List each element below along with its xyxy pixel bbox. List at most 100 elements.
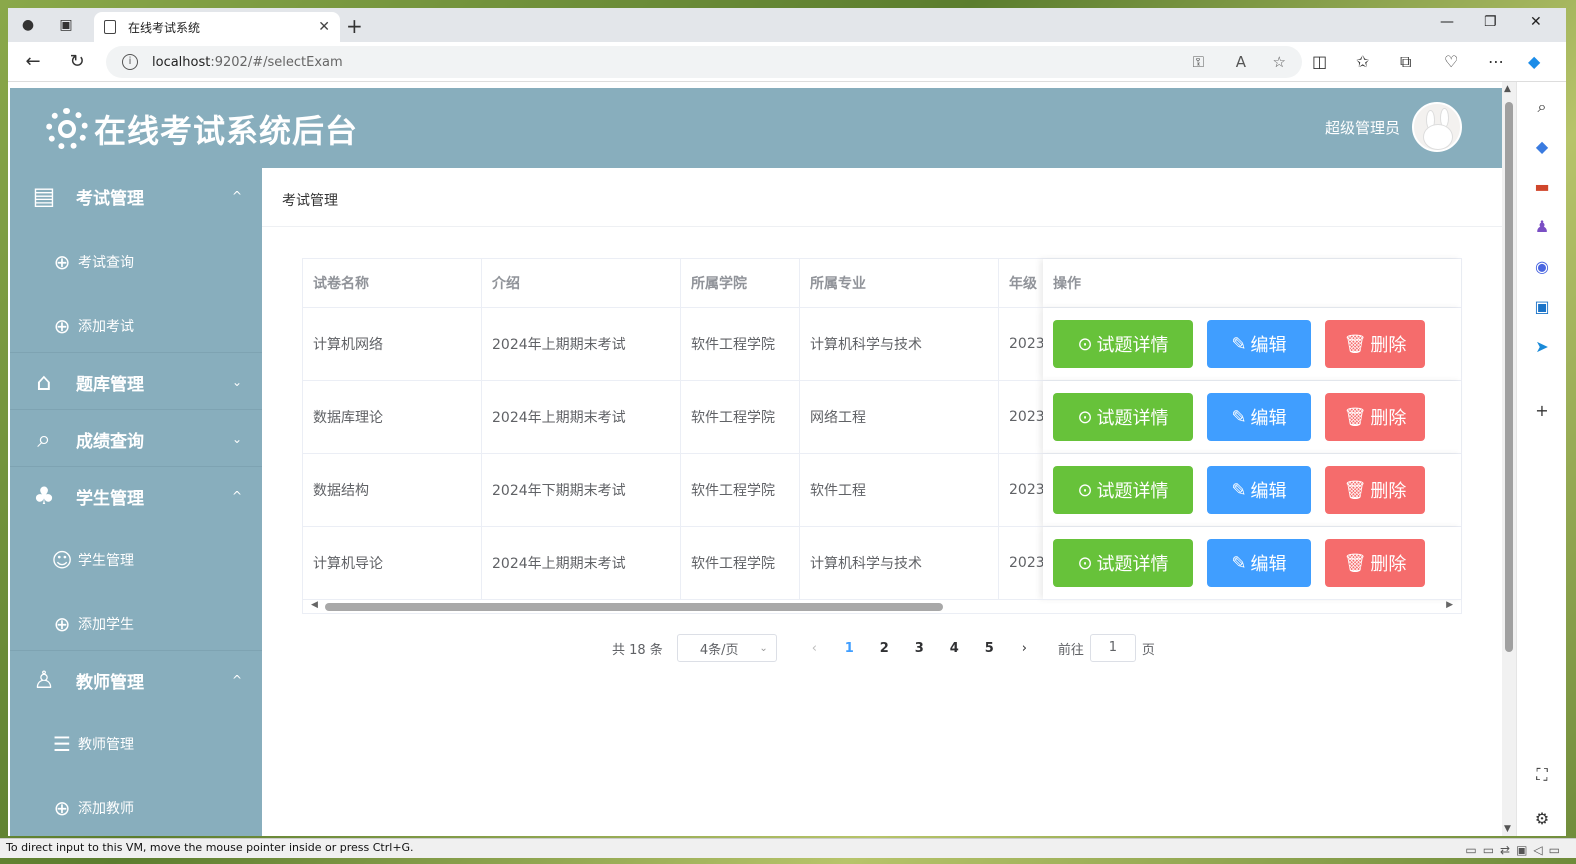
sidebar-item-teacher-management[interactable]: ♙ 教师管理 ^ [10, 652, 262, 708]
toolbox-icon[interactable]: ▬ [1531, 176, 1553, 198]
scroll-left-icon[interactable]: ◀ [311, 600, 318, 610]
url-text: localhost:9202/#/selectExam [152, 54, 343, 70]
question-detail-button[interactable]: ⊙ 试题详情 [1053, 466, 1193, 514]
profile-icon[interactable]: ● [20, 17, 36, 33]
cell-college: 软件工程学院 [681, 454, 800, 526]
avatar[interactable] [1412, 102, 1462, 152]
sidebar-item-add-teacher[interactable]: ⊕ 添加教师 [10, 776, 262, 836]
copilot-icon[interactable]: ◉ [1531, 256, 1553, 278]
table-header: 试卷名称 介绍 所属学院 所属专业 年级 操作 [303, 259, 1461, 307]
row-actions: ⊙ 试题详情 ✎ 编辑 🗑 删除 [1043, 308, 1461, 380]
page-2[interactable]: 2 [867, 641, 902, 656]
delete-button[interactable]: 🗑 删除 [1325, 393, 1425, 441]
divider [10, 466, 262, 467]
close-window-button[interactable]: ✕ [1530, 14, 1542, 30]
settings-gear-icon[interactable]: ⚙ [1531, 808, 1553, 830]
button-label: 编辑 [1250, 408, 1287, 429]
games-icon[interactable]: ♟ [1531, 216, 1553, 238]
outlook-icon[interactable]: ▣ [1531, 296, 1553, 318]
sidebar-item-teacher-list[interactable]: ☰ 教师管理 [10, 712, 262, 776]
page-4[interactable]: 4 [937, 641, 972, 656]
new-tab-button[interactable]: + [346, 14, 363, 38]
maximize-button[interactable]: ❐ [1484, 14, 1497, 30]
cell-major: 网络工程 [800, 381, 999, 453]
scroll-up-icon[interactable]: ▲ [1504, 84, 1511, 94]
button-label: 编辑 [1250, 335, 1287, 356]
collections-icon[interactable]: ⧉ [1400, 52, 1411, 72]
scroll-right-icon[interactable]: ▶ [1446, 600, 1453, 610]
question-detail-button[interactable]: ⊙ 试题详情 [1053, 539, 1193, 587]
add-circle-icon: ⊕ [53, 612, 71, 636]
table-row: 计算机导论 2024年上期期末考试 软件工程学院 计算机科学与技术 2023 ⊙… [303, 526, 1461, 599]
breadcrumb[interactable]: 考试管理 [282, 190, 338, 210]
favorites-icon[interactable]: ✩ [1356, 52, 1369, 71]
split-screen-icon[interactable]: ◫ [1312, 52, 1327, 71]
page-1[interactable]: 1 [832, 641, 867, 656]
user-menu[interactable]: 超级管理员 [1325, 102, 1462, 152]
edit-button[interactable]: ✎ 编辑 [1207, 393, 1311, 441]
minimize-button[interactable]: — [1440, 14, 1454, 30]
close-tab-icon[interactable]: ✕ [318, 19, 330, 35]
tag-icon[interactable]: ◆ [1531, 136, 1553, 158]
gear-logo-icon [46, 108, 88, 150]
add-icon[interactable]: + [1531, 400, 1553, 422]
user-name: 超级管理员 [1324, 118, 1400, 137]
send-icon[interactable]: ➤ [1531, 336, 1553, 358]
browser-window: ● ▣ 在线考试系统 ✕ + — ❐ ✕ ← ↻ i localhost:920… [8, 8, 1566, 836]
question-detail-button[interactable]: ⊙ 试题详情 [1053, 320, 1193, 368]
favorite-star-icon[interactable]: ☆ [1273, 53, 1286, 71]
pagination: 共 18 条 4条/页 ⌄ ‹ 1 2 3 4 5 › 前往 1 页 [612, 634, 1155, 662]
sidebar-item-exam-query[interactable]: ⊕ 考试查询 [10, 230, 262, 294]
vm-status-bar: To direct input to this VM, move the mou… [0, 838, 1576, 858]
sidebar-item-exam-management[interactable]: ▤ 考试管理 ^ [10, 168, 262, 224]
question-detail-button[interactable]: ⊙ 试题详情 [1053, 393, 1193, 441]
delete-button[interactable]: 🗑 删除 [1325, 466, 1425, 514]
scroll-down-icon[interactable]: ▼ [1504, 824, 1511, 834]
sidebar-item-student-management[interactable]: ♣ 学生管理 ^ [10, 468, 262, 524]
sidebar-item-student-list[interactable]: ☺ 学生管理 [10, 528, 262, 592]
edit-button[interactable]: ✎ 编辑 [1207, 320, 1311, 368]
more-menu-icon[interactable]: ⋯ [1488, 52, 1504, 71]
back-icon[interactable]: ← [22, 51, 44, 72]
sidebar-item-score-query[interactable]: ⌕ 成绩查询 ⌄ [10, 411, 262, 467]
sidebar-item-label: 考试查询 [78, 255, 134, 271]
refresh-icon[interactable]: ↻ [66, 51, 88, 72]
row-actions: ⊙ 试题详情 ✎ 编辑 🗑 删除 [1043, 381, 1461, 453]
screenshot-icon[interactable]: ⛶ [1531, 764, 1553, 786]
sidebar-item-add-student[interactable]: ⊕ 添加学生 [10, 592, 262, 656]
sidebar-item-question-bank[interactable]: ⌂ 题库管理 ⌄ [10, 354, 262, 410]
delete-button[interactable]: 🗑 删除 [1325, 539, 1425, 587]
edit-button[interactable]: ✎ 编辑 [1207, 466, 1311, 514]
scrollbar-thumb[interactable] [325, 603, 943, 611]
app-root: 在线考试系统后台 超级管理员 ▤ 考试管理 ^ ⊕ 考试查询 ⊕ 添加考试 ⌂ … [8, 82, 1502, 836]
copilot-icon[interactable]: ◆ [1528, 52, 1540, 71]
performance-icon[interactable]: ♡ [1444, 52, 1458, 71]
horizontal-scrollbar[interactable]: ◀ ▶ [303, 599, 1461, 613]
cell-major: 计算机科学与技术 [800, 308, 999, 380]
button-label: 删除 [1370, 408, 1407, 429]
edit-button[interactable]: ✎ 编辑 [1207, 539, 1311, 587]
page-5[interactable]: 5 [972, 641, 1007, 656]
prev-page-button[interactable]: ‹ [797, 641, 832, 656]
search-icon[interactable]: ⌕ [1531, 96, 1553, 118]
scrollbar-thumb[interactable] [1505, 102, 1513, 652]
vertical-scrollbar[interactable]: ▲ ▼ [1502, 82, 1516, 836]
info-icon[interactable]: i [122, 54, 138, 70]
page-3[interactable]: 3 [902, 641, 937, 656]
delete-button[interactable]: 🗑 删除 [1325, 320, 1425, 368]
read-aloud-icon[interactable]: A [1236, 53, 1246, 71]
url-field[interactable]: i localhost:9202/#/selectExam ⚿ A ☆ [106, 46, 1302, 78]
browser-tab[interactable]: 在线考试系统 ✕ [94, 12, 340, 42]
goto-page-input[interactable]: 1 [1089, 634, 1136, 662]
tab-actions-icon[interactable]: ▣ [58, 17, 74, 33]
button-label: 试题详情 [1096, 481, 1169, 502]
search-icon: ⊙ [1077, 333, 1093, 355]
page-size-select[interactable]: 4条/页 ⌄ [676, 634, 777, 662]
trash-icon: 🗑 [1343, 552, 1367, 574]
edge-sidebar: ⌕ ◆ ▬ ♟ ◉ ▣ ➤ + ⛶ ⚙ [1516, 82, 1566, 836]
next-page-button[interactable]: › [1007, 641, 1042, 656]
brand: 在线考试系统后台 [46, 106, 358, 152]
cell-intro: 2024年上期期末考试 [482, 381, 681, 453]
key-icon[interactable]: ⚿ [1193, 53, 1204, 71]
sidebar-item-add-exam[interactable]: ⊕ 添加考试 [10, 294, 262, 358]
